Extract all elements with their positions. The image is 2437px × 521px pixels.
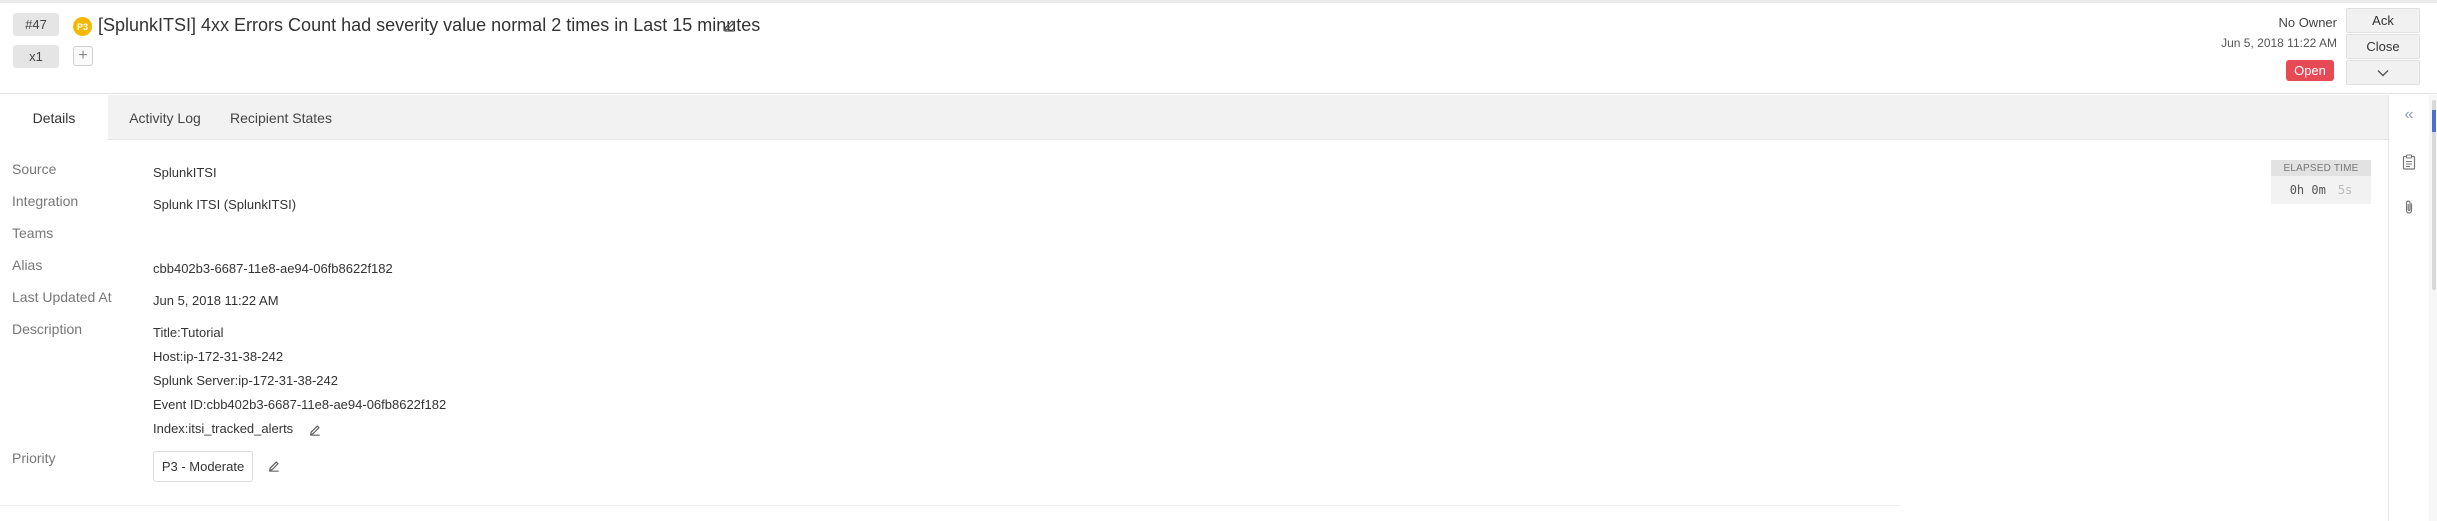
- ack-button[interactable]: Ack: [2346, 8, 2420, 33]
- source-label: Source: [12, 161, 57, 177]
- description-line: Splunk Server:ip-172-31-38-242: [153, 373, 338, 388]
- plus-icon: +: [78, 47, 88, 64]
- priority-label: Priority: [12, 450, 56, 466]
- source-value: SplunkITSI: [153, 165, 217, 180]
- divider: [0, 505, 1900, 506]
- description-line: Index:itsi_tracked_alerts: [153, 421, 294, 436]
- alert-count-badge: x1: [13, 45, 59, 68]
- pencil-icon: [309, 425, 320, 436]
- edit-priority-button[interactable]: [266, 458, 282, 474]
- status-badge: Open: [2286, 60, 2334, 81]
- description-label: Description: [12, 321, 83, 337]
- right-sidebar: «: [2388, 95, 2428, 521]
- tab-details[interactable]: Details: [0, 95, 108, 141]
- alert-header: #47 x1 + P3 [SplunkITSI] 4xx Errors Coun…: [0, 0, 2437, 94]
- paperclip-icon: [2405, 200, 2413, 214]
- last-updated-value: Jun 5, 2018 11:22 AM: [153, 293, 279, 308]
- notes-button[interactable]: [2400, 153, 2418, 171]
- owner-label[interactable]: No Owner: [2278, 15, 2337, 30]
- elapsed-time-label: ELAPSED TIME: [2271, 160, 2371, 176]
- alias-label: Alias: [12, 257, 43, 273]
- integration-label: Integration: [12, 193, 79, 209]
- integration-value[interactable]: Splunk ITSI (SplunkITSI): [153, 197, 296, 212]
- double-chevron-left-icon: «: [2404, 106, 2414, 123]
- description-line: Host:ip-172-31-38-242: [153, 349, 284, 364]
- chevron-down-icon: [2377, 69, 2389, 76]
- elapsed-seconds: 5s: [2337, 183, 2353, 197]
- tab-activity-log[interactable]: Activity Log: [118, 95, 212, 140]
- tab-recipient-states[interactable]: Recipient States: [222, 95, 340, 140]
- scroll-indicator: [2432, 110, 2436, 132]
- created-timestamp: Jun 5, 2018 11:22 AM: [2221, 36, 2337, 50]
- alert-title: [SplunkITSI] 4xx Errors Count had severi…: [98, 15, 761, 35]
- clipboard-icon: [2402, 154, 2416, 170]
- elapsed-time-widget: ELAPSED TIME 0h 0m 5s: [2271, 160, 2371, 204]
- description-line: Title:Tutorial: [153, 325, 224, 340]
- priority-badge: P3: [73, 17, 92, 36]
- alias-value: cbb402b3-6687-11e8-ae94-06fb8622f182: [153, 261, 393, 276]
- edit-description-button[interactable]: [307, 422, 323, 438]
- attachments-button[interactable]: [2400, 198, 2418, 216]
- elapsed-hours-minutes: 0h 0m: [2289, 183, 2326, 197]
- pencil-icon: [268, 461, 279, 472]
- elapsed-time-value: 0h 0m 5s: [2271, 176, 2371, 204]
- close-button[interactable]: Close: [2346, 34, 2420, 59]
- description-line: Event ID:cbb402b3-6687-11e8-ae94-06fb862…: [153, 397, 447, 412]
- teams-label: Teams: [12, 225, 54, 241]
- add-tag-button[interactable]: +: [73, 46, 93, 66]
- last-updated-label: Last Updated At: [12, 289, 112, 305]
- pencil-icon: [723, 19, 735, 32]
- edit-title-button[interactable]: [720, 16, 738, 34]
- more-actions-button[interactable]: [2346, 60, 2420, 85]
- collapse-sidebar-button[interactable]: «: [2400, 106, 2418, 124]
- tab-bar: Details Activity Log Recipient States: [0, 95, 2388, 141]
- alert-id-badge: #47: [13, 13, 59, 36]
- priority-value: P3 - Moderate: [153, 451, 253, 482]
